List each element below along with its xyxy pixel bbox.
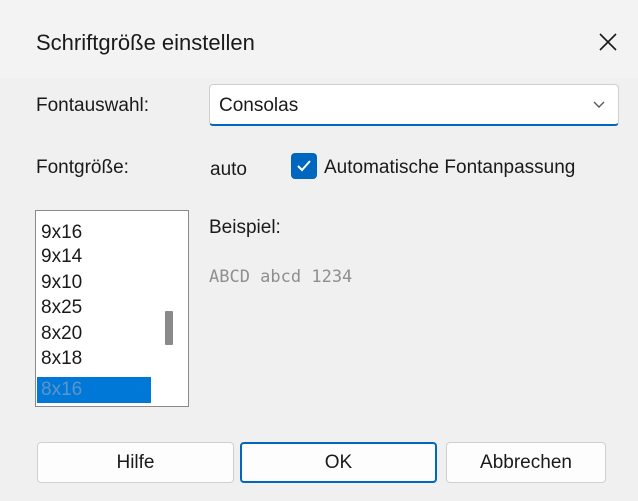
checkmark-icon [297, 160, 311, 172]
preview-label: Beispiel: [209, 217, 281, 238]
close-button[interactable] [588, 22, 628, 62]
chevron-down-icon [593, 101, 605, 108]
list-item[interactable]: 9x16 [37, 220, 151, 246]
close-icon [599, 33, 617, 51]
font-size-dialog: Schriftgröße einstellen Fontauswahl: Con… [0, 0, 638, 501]
list-item[interactable]: 8x25 [37, 295, 151, 321]
help-button[interactable]: Hilfe [37, 442, 234, 483]
font-size-value: auto [210, 159, 247, 180]
list-item[interactable]: 9x10 [37, 270, 151, 296]
cancel-button[interactable]: Abbrechen [446, 442, 606, 483]
font-size-list[interactable]: 9x16 9x14 9x10 8x25 8x20 8x18 8x16 [35, 210, 189, 407]
list-scrollbar-thumb[interactable] [165, 311, 173, 345]
font-select-label: Fontauswahl: [36, 95, 150, 116]
title-bar: Schriftgröße einstellen [0, 0, 638, 78]
font-select-dropdown[interactable]: Consolas [209, 84, 619, 126]
auto-fit-label[interactable]: Automatische Fontanpassung [324, 157, 575, 179]
auto-fit-checkbox[interactable] [291, 153, 317, 179]
list-item[interactable]: 8x18 [37, 346, 151, 372]
dialog-title: Schriftgröße einstellen [36, 30, 255, 55]
font-select-value: Consolas [219, 95, 299, 116]
font-size-label: Fontgröße: [36, 157, 129, 178]
ok-button[interactable]: OK [240, 442, 437, 483]
list-item[interactable]: 9x14 [37, 244, 151, 270]
preview-sample-text: ABCD abcd 1234 [209, 267, 353, 287]
list-item-selected[interactable]: 8x16 [37, 377, 151, 403]
list-item[interactable]: 8x20 [37, 321, 151, 347]
